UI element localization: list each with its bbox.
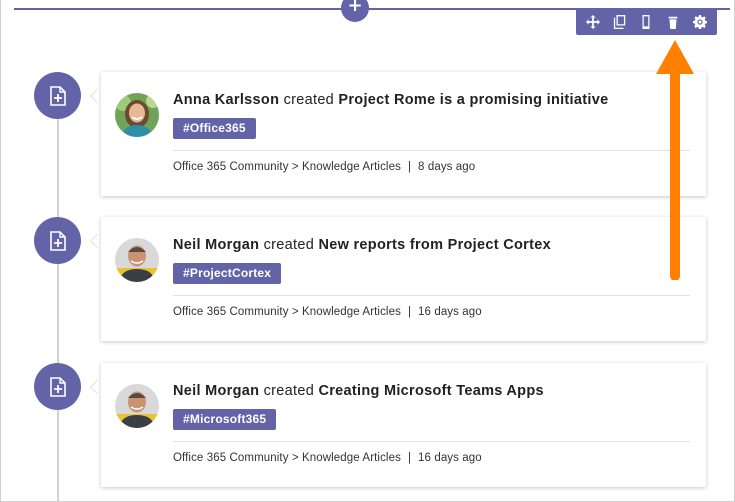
author-name[interactable]: Neil Morgan bbox=[173, 237, 259, 253]
avatar bbox=[115, 93, 159, 137]
new-document-icon bbox=[49, 376, 66, 397]
avatar bbox=[115, 384, 159, 428]
timeline-node-document-icon bbox=[34, 363, 81, 410]
move-button[interactable] bbox=[581, 10, 605, 34]
delete-icon bbox=[668, 16, 678, 29]
timeline-node-document-icon bbox=[34, 217, 81, 264]
author-name[interactable]: Neil Morgan bbox=[173, 383, 259, 399]
activity-verb: created bbox=[283, 92, 335, 108]
timeline-node-document-icon bbox=[34, 72, 81, 119]
activity-headline: Anna Karlsson created Project Rome is a … bbox=[173, 92, 608, 108]
card-divider bbox=[173, 295, 690, 296]
meta-separator: | bbox=[407, 452, 412, 464]
webpart-toolbar bbox=[576, 8, 717, 35]
activity-card[interactable]: Neil Morgan created New reports from Pro… bbox=[101, 217, 706, 341]
mobile-view-button[interactable] bbox=[634, 10, 658, 34]
activity-meta: Office 365 Community > Knowledge Article… bbox=[173, 161, 475, 173]
article-title[interactable]: New reports from Project Cortex bbox=[318, 237, 551, 253]
activity-meta: Office 365 Community > Knowledge Article… bbox=[173, 452, 482, 464]
meta-separator: | bbox=[407, 161, 412, 173]
activity-headline: Neil Morgan created New reports from Pro… bbox=[173, 237, 551, 253]
source-path[interactable]: Office 365 Community > Knowledge Article… bbox=[173, 306, 401, 318]
settings-button[interactable] bbox=[688, 10, 712, 34]
activity-headline: Neil Morgan created Creating Microsoft T… bbox=[173, 383, 544, 399]
timestamp: 16 days ago bbox=[418, 452, 482, 464]
article-title[interactable]: Creating Microsoft Teams Apps bbox=[318, 383, 543, 399]
timestamp: 8 days ago bbox=[418, 161, 476, 173]
hashtag-badge[interactable]: #Microsoft365 bbox=[173, 409, 277, 430]
meta-separator: | bbox=[407, 306, 412, 318]
mobile-view-icon bbox=[642, 14, 650, 29]
activity-meta: Office 365 Community > Knowledge Article… bbox=[173, 306, 482, 318]
duplicate-button[interactable] bbox=[608, 10, 632, 34]
source-path[interactable]: Office 365 Community > Knowledge Article… bbox=[173, 161, 401, 173]
delete-button[interactable] bbox=[661, 10, 685, 34]
article-title[interactable]: Project Rome is a promising initiative bbox=[338, 92, 608, 108]
card-divider bbox=[173, 150, 690, 151]
activity-card[interactable]: Anna Karlsson created Project Rome is a … bbox=[101, 72, 706, 196]
author-name[interactable]: Anna Karlsson bbox=[173, 92, 279, 108]
activity-card[interactable]: Neil Morgan created Creating Microsoft T… bbox=[101, 363, 706, 487]
card-divider bbox=[173, 441, 690, 442]
activity-verb: created bbox=[263, 237, 315, 253]
new-document-icon bbox=[49, 230, 66, 251]
hashtag-badge[interactable]: #ProjectCortex bbox=[173, 263, 282, 284]
avatar bbox=[115, 238, 159, 282]
timeline-line bbox=[57, 96, 59, 502]
timestamp: 16 days ago bbox=[418, 306, 482, 318]
activity-verb: created bbox=[263, 383, 315, 399]
settings-icon bbox=[692, 14, 707, 29]
annotation-arrow bbox=[656, 40, 694, 280]
hashtag-badge[interactable]: #Office365 bbox=[173, 118, 256, 139]
move-icon bbox=[586, 14, 601, 29]
new-document-icon bbox=[49, 85, 66, 106]
duplicate-icon bbox=[613, 14, 626, 29]
source-path[interactable]: Office 365 Community > Knowledge Article… bbox=[173, 452, 401, 464]
